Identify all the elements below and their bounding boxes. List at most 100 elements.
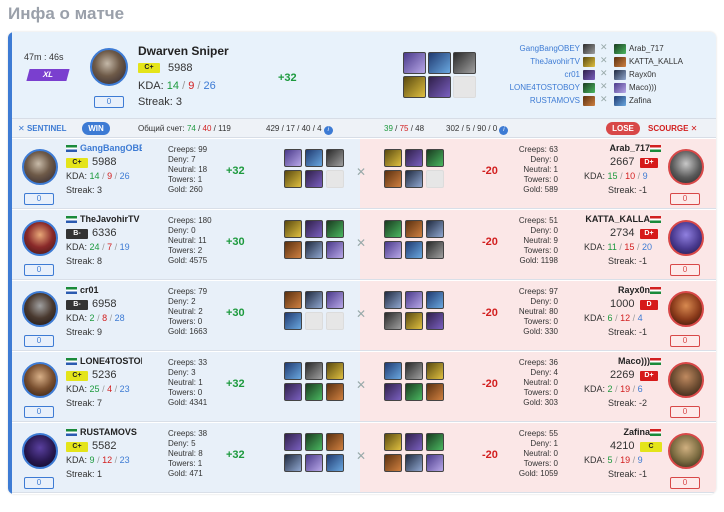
player-name[interactable]: TheJavohirTV [80,214,142,224]
player-list-left[interactable]: LONE4TOSTOBOY [510,83,580,92]
item-icon[interactable] [305,312,323,330]
player-counter[interactable]: 0 [24,477,54,489]
item-icon[interactable] [326,383,344,401]
item-icon[interactable] [305,170,323,188]
item-icon[interactable] [284,220,302,238]
item-icon[interactable] [426,170,444,188]
item-icon[interactable] [453,52,476,74]
item-icon[interactable] [405,241,423,259]
item-icon[interactable] [384,312,402,330]
item-icon[interactable] [405,454,423,472]
item-icon[interactable] [305,149,323,167]
item-icon[interactable] [426,220,444,238]
item-icon[interactable] [384,291,402,309]
item-icon[interactable] [426,454,444,472]
player-avatar[interactable] [668,149,704,185]
item-icon[interactable] [405,149,423,167]
player-counter[interactable]: 0 [670,477,700,489]
player-list-right[interactable]: Rayx0n [629,70,656,79]
item-icon[interactable] [426,291,444,309]
player-counter[interactable]: 0 [670,193,700,205]
item-icon[interactable] [305,291,323,309]
item-icon[interactable] [305,383,323,401]
item-icon[interactable] [453,76,476,98]
player-list-right[interactable]: KATTA_KALLA [629,57,683,66]
item-icon[interactable] [428,76,451,98]
player-counter[interactable]: 0 [670,406,700,418]
item-icon[interactable] [405,291,423,309]
info-icon[interactable]: i [323,126,333,135]
item-icon[interactable] [384,433,402,451]
item-icon[interactable] [284,170,302,188]
item-icon[interactable] [403,76,426,98]
player-counter[interactable]: 0 [24,193,54,205]
item-icon[interactable] [384,170,402,188]
item-icon[interactable] [326,362,344,380]
player-name[interactable]: RUSTAMOVS [80,427,142,437]
item-icon[interactable] [384,241,402,259]
player-counter[interactable]: 0 [24,264,54,276]
player-list-left[interactable]: GangBangOBEY [520,44,580,53]
item-icon[interactable] [384,220,402,238]
item-icon[interactable] [284,149,302,167]
player-avatar[interactable] [22,220,58,256]
item-icon[interactable] [426,433,444,451]
item-icon[interactable] [284,454,302,472]
player-name[interactable]: Maco))) [570,356,650,366]
item-icon[interactable] [426,149,444,167]
item-icon[interactable] [428,52,451,74]
player-list-right[interactable]: Arab_717 [629,44,664,53]
player-list-right[interactable]: Maco))) [629,83,657,92]
player-list-right[interactable]: Zafina [629,96,651,105]
player-avatar[interactable] [668,433,704,469]
item-icon[interactable] [284,291,302,309]
player-counter[interactable]: 0 [24,335,54,347]
item-icon[interactable] [405,433,423,451]
item-icon[interactable] [405,170,423,188]
hero-avatar[interactable] [90,48,128,86]
player-name[interactable]: GangBangOBEY [80,143,142,153]
player-name[interactable]: LONE4TOSTOBOY [80,356,142,366]
player-counter[interactable]: 0 [670,335,700,347]
player-name[interactable]: Rayx0n [570,285,650,295]
item-icon[interactable] [284,312,302,330]
item-icon[interactable] [305,362,323,380]
item-icon[interactable] [305,241,323,259]
player-counter[interactable]: 0 [24,406,54,418]
item-icon[interactable] [384,362,402,380]
item-icon[interactable] [326,454,344,472]
player-avatar[interactable] [22,291,58,327]
player-name[interactable]: cr01 [80,285,142,295]
player-name[interactable]: KATTA_KALLA [570,214,650,224]
item-icon[interactable] [405,220,423,238]
item-icon[interactable] [384,454,402,472]
hero-counter[interactable]: 0 [94,96,124,108]
item-icon[interactable] [326,433,344,451]
item-icon[interactable] [326,312,344,330]
item-icon[interactable] [326,220,344,238]
player-avatar[interactable] [22,433,58,469]
info-icon[interactable]: i [499,126,509,135]
player-list-left[interactable]: cr01 [564,70,580,79]
item-icon[interactable] [426,383,444,401]
item-icon[interactable] [384,383,402,401]
player-name[interactable]: Arab_717 [570,143,650,153]
player-list-left[interactable]: RUSTAMOVS [530,96,580,105]
item-icon[interactable] [384,149,402,167]
player-avatar[interactable] [22,149,58,185]
item-icon[interactable] [405,383,423,401]
item-icon[interactable] [326,149,344,167]
item-icon[interactable] [326,291,344,309]
item-icon[interactable] [284,383,302,401]
item-icon[interactable] [326,241,344,259]
item-icon[interactable] [426,362,444,380]
item-icon[interactable] [305,220,323,238]
player-list-left[interactable]: TheJavohirTV [530,57,580,66]
item-icon[interactable] [284,433,302,451]
item-icon[interactable] [305,433,323,451]
player-avatar[interactable] [668,291,704,327]
player-counter[interactable]: 0 [670,264,700,276]
item-icon[interactable] [284,241,302,259]
item-icon[interactable] [405,312,423,330]
player-avatar[interactable] [22,362,58,398]
